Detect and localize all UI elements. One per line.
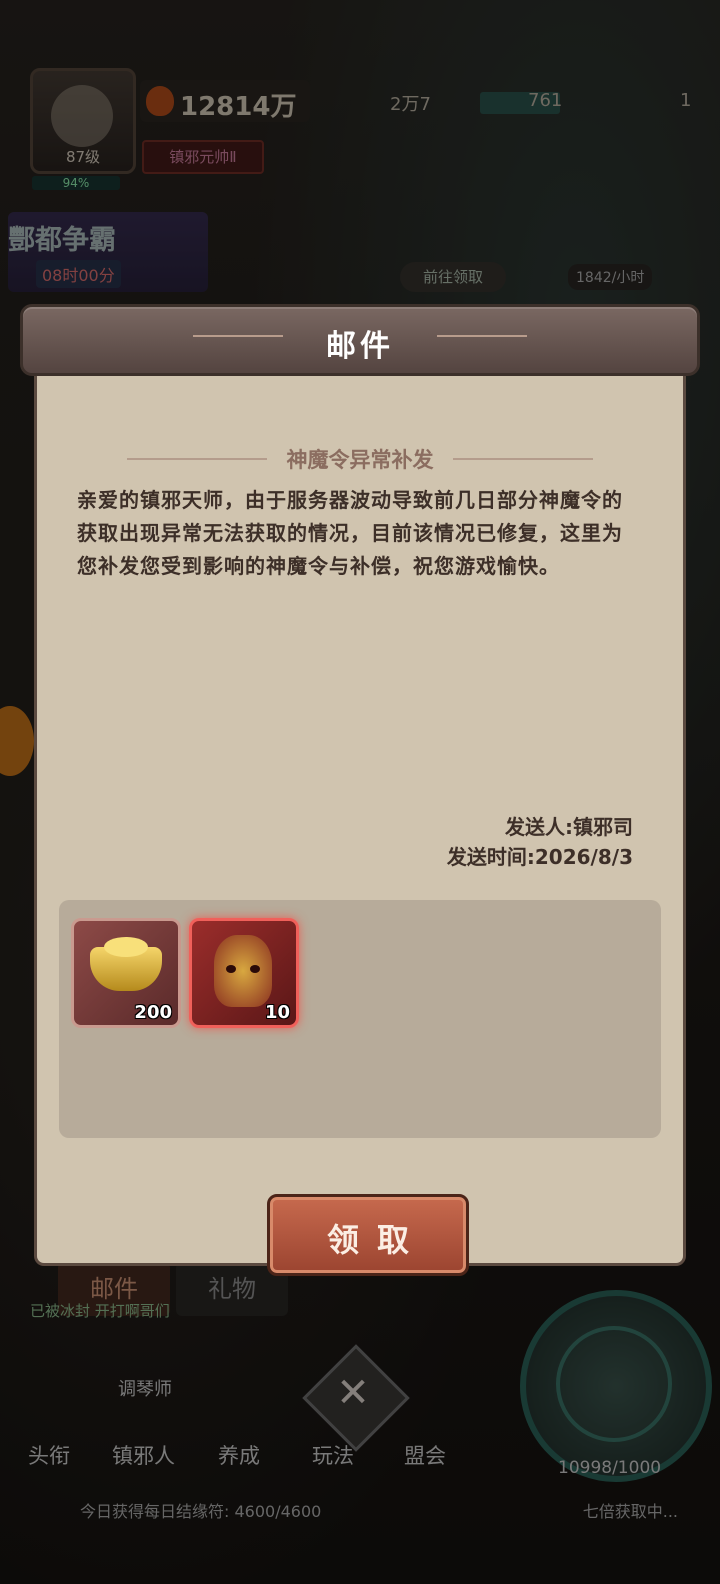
ingot-top (104, 937, 148, 957)
demon-mask-icon (214, 935, 272, 1007)
item-quantity: 200 (134, 1002, 172, 1023)
dialog-title-bar: 邮件 (20, 304, 700, 376)
mask-eye-left (226, 965, 236, 973)
mask-eye-right (250, 965, 260, 973)
attachments-panel: 200 10 (59, 900, 661, 1138)
mail-sender-block: 发送人:镇邪司 发送时间:2026/8/3 (447, 812, 633, 872)
dialog-title: 邮件 (326, 329, 394, 364)
mail-body: 亲爱的镇邪天师，由于服务器波动导致前几日部分神魔令的获取出现异常无法获取的情况，… (77, 488, 623, 578)
attachment-demon-token[interactable]: 10 (189, 918, 299, 1028)
mail-dialog: 神魔令异常补发 亲爱的镇邪天师，由于服务器波动导致前几日部分神魔令的获取出现异常… (20, 304, 700, 1276)
claim-button-label: 领取 (326, 1221, 427, 1259)
mail-panel: 神魔令异常补发 亲爱的镇邪天师，由于服务器波动导致前几日部分神魔令的获取出现异常… (34, 352, 686, 1276)
attachment-gold-ingot[interactable]: 200 (71, 918, 181, 1028)
claim-button[interactable]: 领取 (267, 1194, 469, 1276)
mail-sender: 发送人:镇邪司 (505, 815, 633, 839)
mail-send-time: 发送时间:2026/8/3 (446, 845, 633, 869)
item-quantity: 10 (264, 1002, 290, 1023)
mail-subject: 神魔令异常补发 (286, 448, 434, 472)
subject-row: 神魔令异常补发 (37, 444, 683, 474)
